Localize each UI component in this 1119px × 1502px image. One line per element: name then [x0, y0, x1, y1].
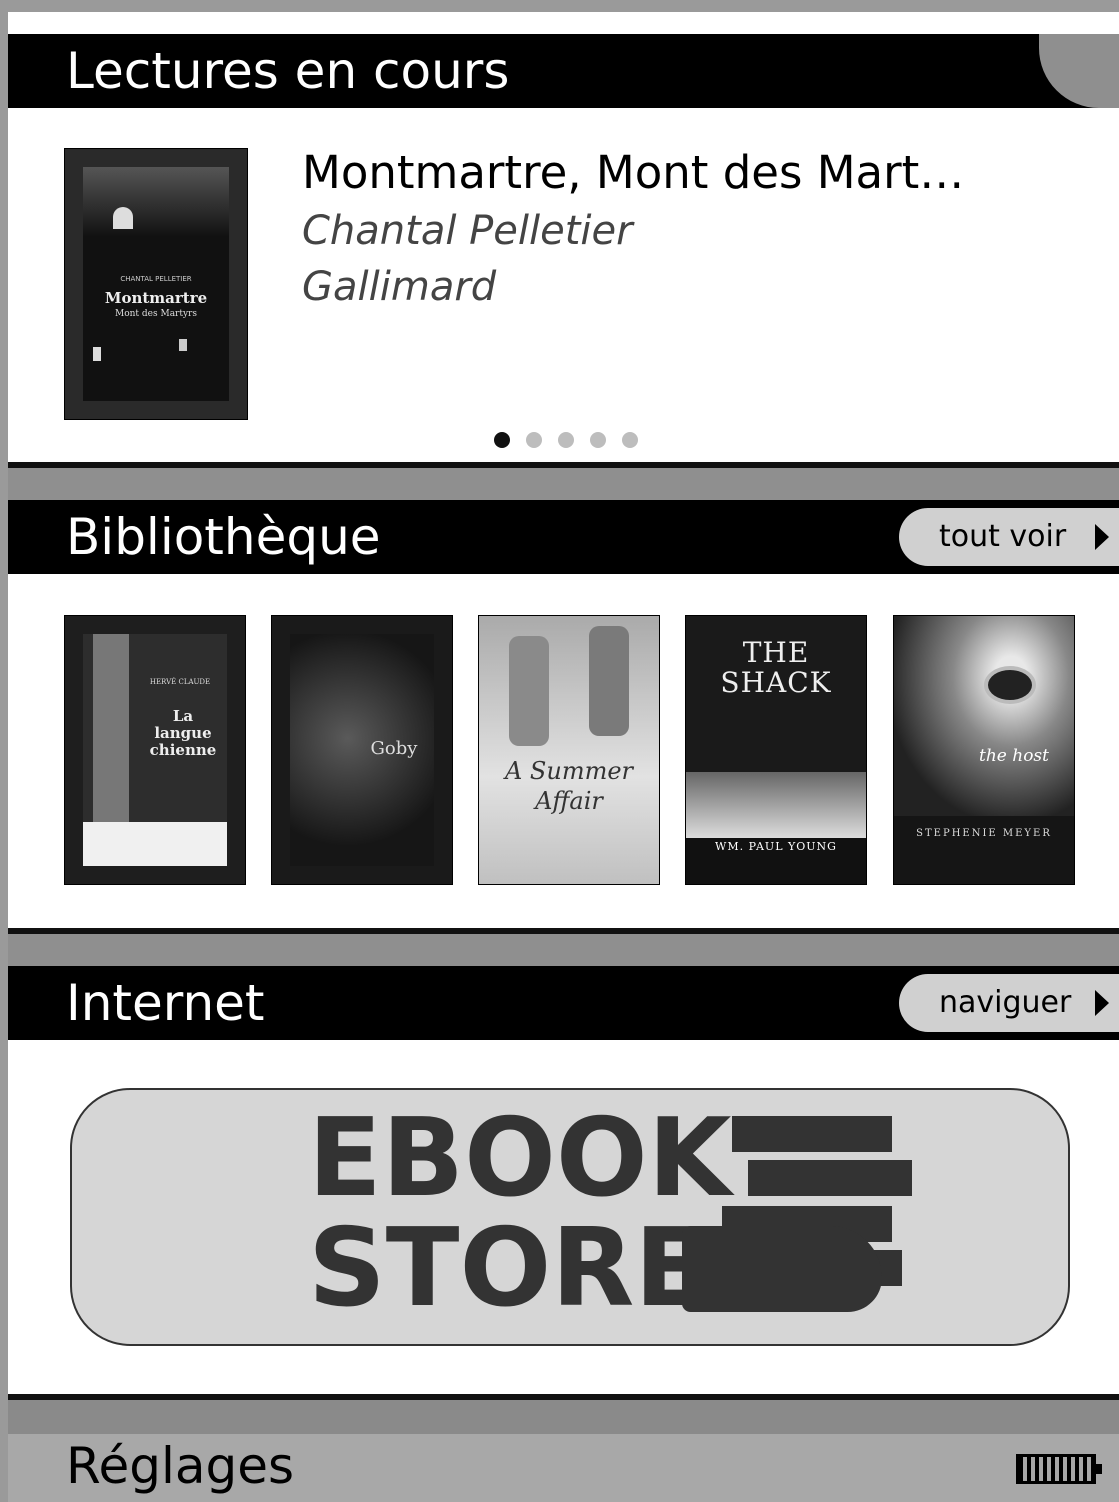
library-shelf: HERVÉ CLAUDE La langue chienne Goby A Su… — [64, 615, 1084, 887]
current-book-title[interactable]: Montmartre, Mont des Mart… — [302, 146, 964, 199]
section-divider — [8, 462, 1119, 502]
reading-pager[interactable] — [486, 432, 646, 452]
cover-title-text: Montmartre — [104, 289, 208, 307]
cover-title-line: A Summer — [504, 757, 634, 785]
internet-title: Internet — [66, 974, 265, 1032]
chevron-right-icon — [1095, 524, 1109, 550]
library-header: Bibliothèque tout voir — [8, 500, 1119, 574]
chevron-right-icon — [1095, 990, 1109, 1016]
current-book-publisher: Gallimard — [302, 264, 497, 310]
cover-title-line: SHACK — [720, 666, 832, 699]
library-title: Bibliothèque — [66, 508, 381, 566]
cover-title-line: the host — [979, 746, 1049, 766]
library-book[interactable]: the host STEPHENIE MEYER — [893, 615, 1075, 885]
hand-icon — [682, 1226, 882, 1312]
cover-title-line: THE — [742, 636, 810, 669]
cover-title-line: langue — [154, 724, 212, 742]
cover-small-text: STEPHENIE MEYER — [916, 828, 1052, 839]
pager-dot[interactable] — [526, 432, 542, 448]
cover-subtitle-text: Mont des Martyrs — [115, 309, 197, 319]
library-book[interactable]: A Summer Affair — [478, 615, 660, 885]
pager-dot[interactable] — [494, 432, 510, 448]
library-book[interactable]: THE SHACK WM. PAUL YOUNG — [685, 615, 867, 885]
cover-small-text: HERVÉ CLAUDE — [149, 678, 211, 686]
see-all-button[interactable]: tout voir — [899, 508, 1119, 566]
pager-dot[interactable] — [558, 432, 574, 448]
current-reading-header[interactable]: Lectures en cours — [8, 34, 1119, 108]
library-book[interactable]: Goby — [271, 615, 453, 885]
cover-title-line: chienne — [149, 741, 217, 759]
see-all-label: tout voir — [939, 519, 1067, 554]
current-book-cover[interactable]: CHANTAL PELLETIER Montmartre Mont des Ma… — [64, 148, 248, 420]
ebook-store-banner[interactable]: EBOOK STORE — [70, 1088, 1070, 1346]
cover-small-text: WM. PAUL YOUNG — [715, 840, 837, 853]
cover-title-line: La — [172, 707, 194, 725]
home-screen: Lectures en cours CHANTAL PELLETIER Mont… — [8, 12, 1119, 1502]
cover-title-line: Affair — [535, 787, 603, 815]
current-book-author: Chantal Pelletier — [302, 208, 633, 254]
store-line1: EBOOK — [308, 1096, 732, 1221]
pager-dot[interactable] — [622, 432, 638, 448]
library-book[interactable]: HERVÉ CLAUDE La langue chienne — [64, 615, 246, 885]
current-reading-title: Lectures en cours — [66, 42, 510, 100]
store-line2: STORE — [308, 1206, 709, 1331]
settings-title[interactable]: Réglages — [66, 1436, 294, 1496]
battery-full-icon — [1016, 1454, 1102, 1484]
internet-header: Internet naviguer — [8, 966, 1119, 1040]
pager-dot[interactable] — [590, 432, 606, 448]
cover-title-line: Goby — [370, 738, 418, 759]
browse-button[interactable]: naviguer — [899, 974, 1119, 1032]
browse-label: naviguer — [939, 985, 1072, 1020]
cover-author-text: CHANTAL PELLETIER — [120, 275, 192, 283]
section-divider — [8, 928, 1119, 968]
